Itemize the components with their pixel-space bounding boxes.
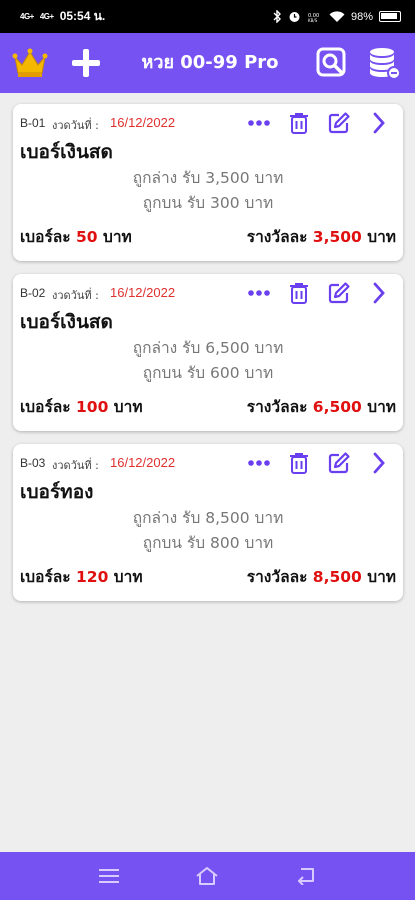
- crown-icon: [12, 48, 48, 77]
- more-icon: [248, 120, 270, 126]
- plus-icon: [72, 49, 100, 77]
- price-label: เบอร์ละ: [20, 398, 71, 416]
- add-button[interactable]: [64, 41, 108, 85]
- card-date: 16/12/2022: [110, 285, 176, 300]
- app-bar: หวย 00-99 Pro: [0, 33, 415, 93]
- price-per-number: เบอร์ละ 120 บาท: [20, 564, 143, 589]
- trash-icon: [290, 113, 308, 134]
- edit-button[interactable]: [321, 108, 357, 138]
- database-button[interactable]: [362, 41, 406, 85]
- system-nav-bar: [0, 852, 415, 900]
- search-report-button[interactable]: [310, 41, 354, 85]
- database-icon: [370, 48, 401, 80]
- app-title: หวย 00-99 Pro: [141, 52, 279, 73]
- card-title: เบอร์เงินสด: [20, 311, 113, 333]
- open-detail-button[interactable]: [361, 278, 397, 308]
- bet-card[interactable]: B-01 งวดวันที่ : 16/12/2022 เบอร์เงินสด …: [13, 104, 403, 261]
- prize-value: 3,500: [312, 228, 362, 246]
- card-title: เบอร์เงินสด: [20, 141, 113, 163]
- card-code: B-02: [20, 286, 46, 300]
- edit-button[interactable]: [321, 278, 357, 308]
- signal-indicator-1: 4G+: [20, 12, 34, 21]
- chevron-right-icon: [373, 452, 385, 474]
- more-icon: [248, 460, 270, 466]
- price-label: เบอร์ละ: [20, 228, 71, 246]
- price-value: 100: [76, 398, 109, 416]
- card-code: B-03: [20, 456, 46, 470]
- prize-each: รางวัลละ 3,500 บาท: [247, 224, 396, 249]
- wifi-icon: [329, 10, 345, 22]
- date-label: งวดวันที่ :: [52, 119, 99, 132]
- upper-prize-text: ถูกบน รับ 600 บาท: [142, 364, 274, 382]
- delete-button[interactable]: [281, 278, 317, 308]
- data-speed-icon: 0.00KB/S: [308, 13, 319, 23]
- more-icon: [248, 290, 270, 296]
- open-detail-button[interactable]: [361, 108, 397, 138]
- chevron-right-icon: [373, 112, 385, 134]
- bluetooth-icon: [273, 10, 281, 23]
- home-icon: [196, 867, 219, 885]
- lower-prize-text: ถูกล่าง รับ 8,500 บาท: [132, 509, 284, 527]
- lower-prize-text: ถูกล่าง รับ 3,500 บาท: [132, 169, 284, 187]
- upper-prize-text: ถูกบน รับ 300 บาท: [142, 194, 274, 212]
- date-label: งวดวันที่ :: [52, 459, 99, 472]
- price-unit: บาท: [113, 398, 143, 416]
- delete-button[interactable]: [281, 448, 317, 478]
- chevron-right-icon: [373, 282, 385, 304]
- alarm-icon: [289, 12, 300, 22]
- prize-label: รางวัลละ: [246, 398, 308, 416]
- battery-percent: 98%: [350, 10, 373, 23]
- price-label: เบอร์ละ: [20, 568, 71, 586]
- price-value: 120: [76, 568, 109, 586]
- svg-text:KB/S: KB/S: [308, 18, 318, 23]
- prize-unit: บาท: [367, 398, 396, 416]
- clock: 05:54 น.: [59, 9, 106, 23]
- edit-button[interactable]: [321, 448, 357, 478]
- search-doc-icon: [316, 47, 346, 77]
- card-code: B-01: [20, 116, 46, 130]
- card-title: เบอร์ทอง: [20, 481, 94, 503]
- crown-button[interactable]: [8, 41, 52, 85]
- price-per-number: เบอร์ละ 50 บาท: [20, 224, 132, 249]
- card-date: 16/12/2022: [110, 115, 176, 130]
- edit-icon: [328, 282, 350, 304]
- prize-label: รางวัลละ: [246, 228, 308, 246]
- back-icon: [297, 868, 314, 885]
- upper-prize-text: ถูกบน รับ 800 บาท: [142, 534, 274, 552]
- price-unit: บาท: [113, 568, 143, 586]
- bet-list: B-01 งวดวันที่ : 16/12/2022 เบอร์เงินสด …: [13, 104, 403, 614]
- edit-icon: [328, 112, 350, 134]
- bet-card[interactable]: B-02 งวดวันที่ : 16/12/2022 เบอร์เงินสด …: [13, 274, 403, 431]
- prize-each: รางวัลละ 6,500 บาท: [247, 394, 396, 419]
- price-unit: บาท: [103, 228, 132, 246]
- prize-value: 8,500: [312, 568, 362, 586]
- back-button[interactable]: [286, 856, 326, 896]
- menu-icon: [99, 869, 120, 883]
- prize-value: 6,500: [312, 398, 362, 416]
- recent-apps-button[interactable]: [89, 856, 129, 896]
- price-per-number: เบอร์ละ 100 บาท: [20, 394, 143, 419]
- price-value: 50: [76, 228, 98, 246]
- trash-icon: [290, 453, 308, 474]
- more-button[interactable]: [241, 278, 277, 308]
- prize-unit: บาท: [367, 228, 396, 246]
- prize-label: รางวัลละ: [246, 568, 308, 586]
- home-button[interactable]: [187, 856, 227, 896]
- edit-icon: [328, 452, 350, 474]
- status-bar: 4G+ 4G+ 05:54 น. 0.00 KB/S 98%: [0, 0, 415, 33]
- signal-indicator-2: 4G+: [39, 12, 54, 21]
- trash-icon: [290, 283, 308, 304]
- date-label: งวดวันที่ :: [52, 289, 99, 302]
- delete-button[interactable]: [281, 108, 317, 138]
- bet-card[interactable]: B-03 งวดวันที่ : 16/12/2022 เบอร์ทอง ถูก…: [13, 444, 403, 601]
- lower-prize-text: ถูกล่าง รับ 6,500 บาท: [132, 339, 284, 357]
- battery-icon: [379, 11, 401, 22]
- prize-unit: บาท: [367, 568, 396, 586]
- more-button[interactable]: [241, 108, 277, 138]
- card-date: 16/12/2022: [110, 455, 176, 470]
- more-button[interactable]: [241, 448, 277, 478]
- open-detail-button[interactable]: [361, 448, 397, 478]
- prize-each: รางวัลละ 8,500 บาท: [247, 564, 396, 589]
